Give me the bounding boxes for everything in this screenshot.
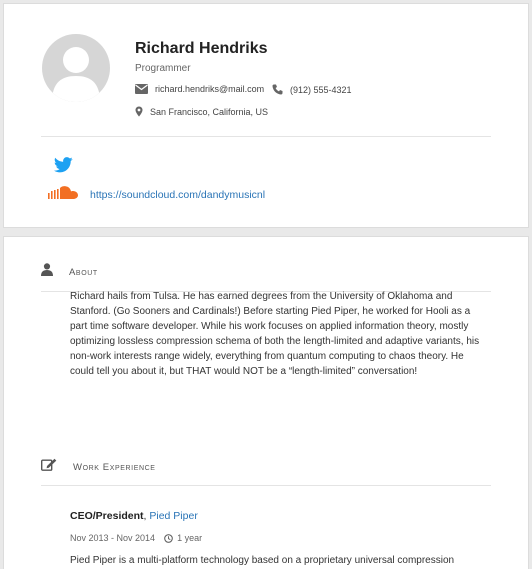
job-summary: Pied Piper is a multi-platform technolog… [70, 555, 455, 566]
edit-icon [40, 458, 57, 476]
job-duration: 1 year [177, 533, 203, 543]
job-company-link[interactable]: Pied Piper [149, 510, 197, 522]
location-row: San Francisco, California, US [135, 106, 268, 117]
person-silhouette-icon [52, 47, 100, 102]
job-dates: Nov 2013 - Nov 2014 1 year [70, 533, 202, 543]
soundcloud-row: https://soundcloud.com/dandymusicnl [47, 185, 265, 205]
phone-icon [272, 84, 283, 95]
email-row: richard.hendriks@mail.com [135, 84, 264, 94]
divider [41, 136, 491, 137]
envelope-icon [135, 84, 148, 94]
work-section-header: Work Experience [40, 458, 156, 476]
email-text[interactable]: richard.hendriks@mail.com [155, 84, 264, 94]
location-text: San Francisco, California, US [150, 106, 269, 117]
profile-role: Programmer [135, 63, 191, 74]
details-card: About Richard hails from Tulsa. He has e… [3, 236, 529, 569]
profile-name: Richard Hendriks [135, 40, 268, 57]
clock-icon [164, 533, 173, 543]
work-heading: Work Experience [73, 461, 156, 473]
job-title: CEO/President, Pied Piper [70, 510, 198, 522]
phone-text[interactable]: (912) 555-4321 [290, 85, 352, 95]
profile-card: Richard Hendriks Programmer richard.hend… [3, 3, 529, 228]
about-section-header: About [41, 263, 98, 281]
about-heading: About [69, 266, 98, 278]
divider [41, 485, 491, 486]
job-date-range: Nov 2013 - Nov 2014 [70, 533, 156, 543]
user-icon [41, 263, 53, 281]
twitter-icon[interactable] [54, 157, 73, 178]
soundcloud-icon[interactable] [47, 185, 79, 205]
map-pin-icon [135, 106, 143, 117]
phone-row: (912) 555-4321 [272, 84, 352, 95]
about-text: Richard hails from Tulsa. He has earned … [70, 291, 480, 377]
job-position: CEO/President [70, 510, 144, 522]
soundcloud-link[interactable]: https://soundcloud.com/dandymusicnl [90, 189, 265, 201]
avatar [42, 34, 110, 102]
